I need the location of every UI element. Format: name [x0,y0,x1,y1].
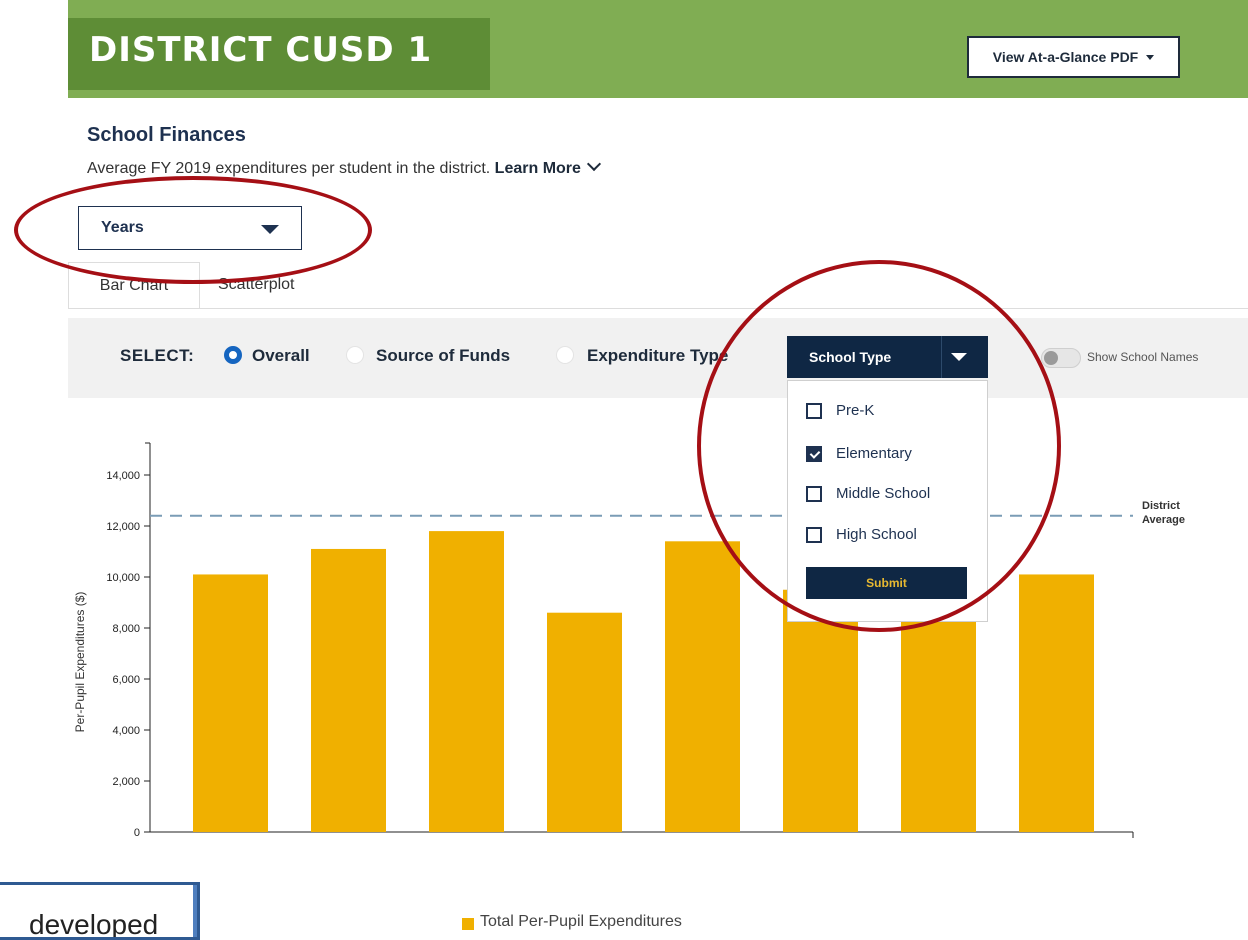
bar-4 [547,612,622,832]
y-tick-label: 0 [134,827,140,839]
district-average-label-line2: Average [1142,514,1185,526]
checkbox-pre-k-label[interactable]: Pre-K [836,402,874,419]
school-type-label: School Type [809,349,892,365]
bar-7 [901,589,976,832]
view-pdf-button[interactable]: View At-a-Glance PDF [967,36,1180,78]
district-average-label-line1: District [1142,500,1180,512]
radio-expenditure-type[interactable] [556,346,574,364]
learn-more-link[interactable]: Learn More [494,156,601,177]
y-tick-label: 14,000 [106,470,140,482]
legend-swatch [462,918,474,930]
radio-overall-label[interactable]: Overall [252,346,310,366]
radio-source-of-funds[interactable] [346,346,364,364]
section-title: School Finances [87,124,246,146]
radio-overall[interactable] [224,346,242,364]
y-tick-label: 2,000 [112,776,140,788]
checkbox-elementary[interactable] [806,446,822,462]
toggle-knob [1044,351,1058,365]
bar-chart: 0 2,000 4,000 6,000 8,000 10,000 12,000 14,000 P… [73,442,1185,839]
years-select-value: Years [101,219,144,236]
y-tick-label: 4,000 [112,725,140,737]
caret-down-icon [951,353,967,361]
tab-bar-chart[interactable]: Bar Chart [68,262,200,308]
checkbox-middle-school[interactable] [806,486,822,502]
show-school-names-toggle[interactable] [1041,348,1081,368]
learn-more-label: Learn More [494,160,581,177]
checkbox-middle-school-label[interactable]: Middle School [836,485,930,502]
years-select[interactable]: Years [78,206,302,250]
y-axis-label: Per-Pupil Expenditures ($) [73,592,87,733]
bar-6 [783,589,858,832]
caret-down-icon [1146,54,1155,60]
y-tick-label: 8,000 [112,623,140,635]
bar-3 [429,531,504,832]
button-divider [941,336,942,378]
radio-source-of-funds-label[interactable]: Source of Funds [376,346,510,366]
note-inner: developed [0,885,195,937]
y-tick-label: 6,000 [112,674,140,686]
view-pdf-label: View At-a-Glance PDF [992,49,1139,65]
show-school-names-label: Show School Names [1087,350,1199,364]
note-box: developed [0,882,200,940]
radio-expenditure-type-label[interactable]: Expenditure Type [587,346,728,366]
submit-button[interactable]: Submit [806,567,967,599]
checkbox-high-school[interactable] [806,527,822,543]
section-subtitle: Average FY 2019 expenditures per student… [87,156,601,178]
caret-down-icon [261,225,279,234]
chevron-down-icon [586,156,601,172]
checkbox-pre-k[interactable] [806,403,822,419]
bar-8 [1019,574,1094,832]
legend-label: Total Per-Pupil Expenditures [480,913,682,930]
school-type-button[interactable]: School Type [787,336,988,378]
tab-scatterplot[interactable]: Scatterplot [218,262,294,308]
bar-2 [311,548,386,832]
select-label: SELECT: [120,346,195,365]
y-tick-label: 12,000 [106,521,140,533]
note-text: developed [29,909,159,940]
checkbox-high-school-label[interactable]: High School [836,526,917,543]
chart-tabs: Bar Chart Scatterplot [68,262,1248,309]
y-tick-label: 10,000 [106,572,140,584]
district-title: DISTRICT CUSD 1 [89,30,433,70]
subtitle-text: Average FY 2019 expenditures per student… [87,160,491,177]
bar-5 [665,541,740,832]
checkbox-elementary-label[interactable]: Elementary [836,445,912,462]
bar-1 [193,574,268,832]
